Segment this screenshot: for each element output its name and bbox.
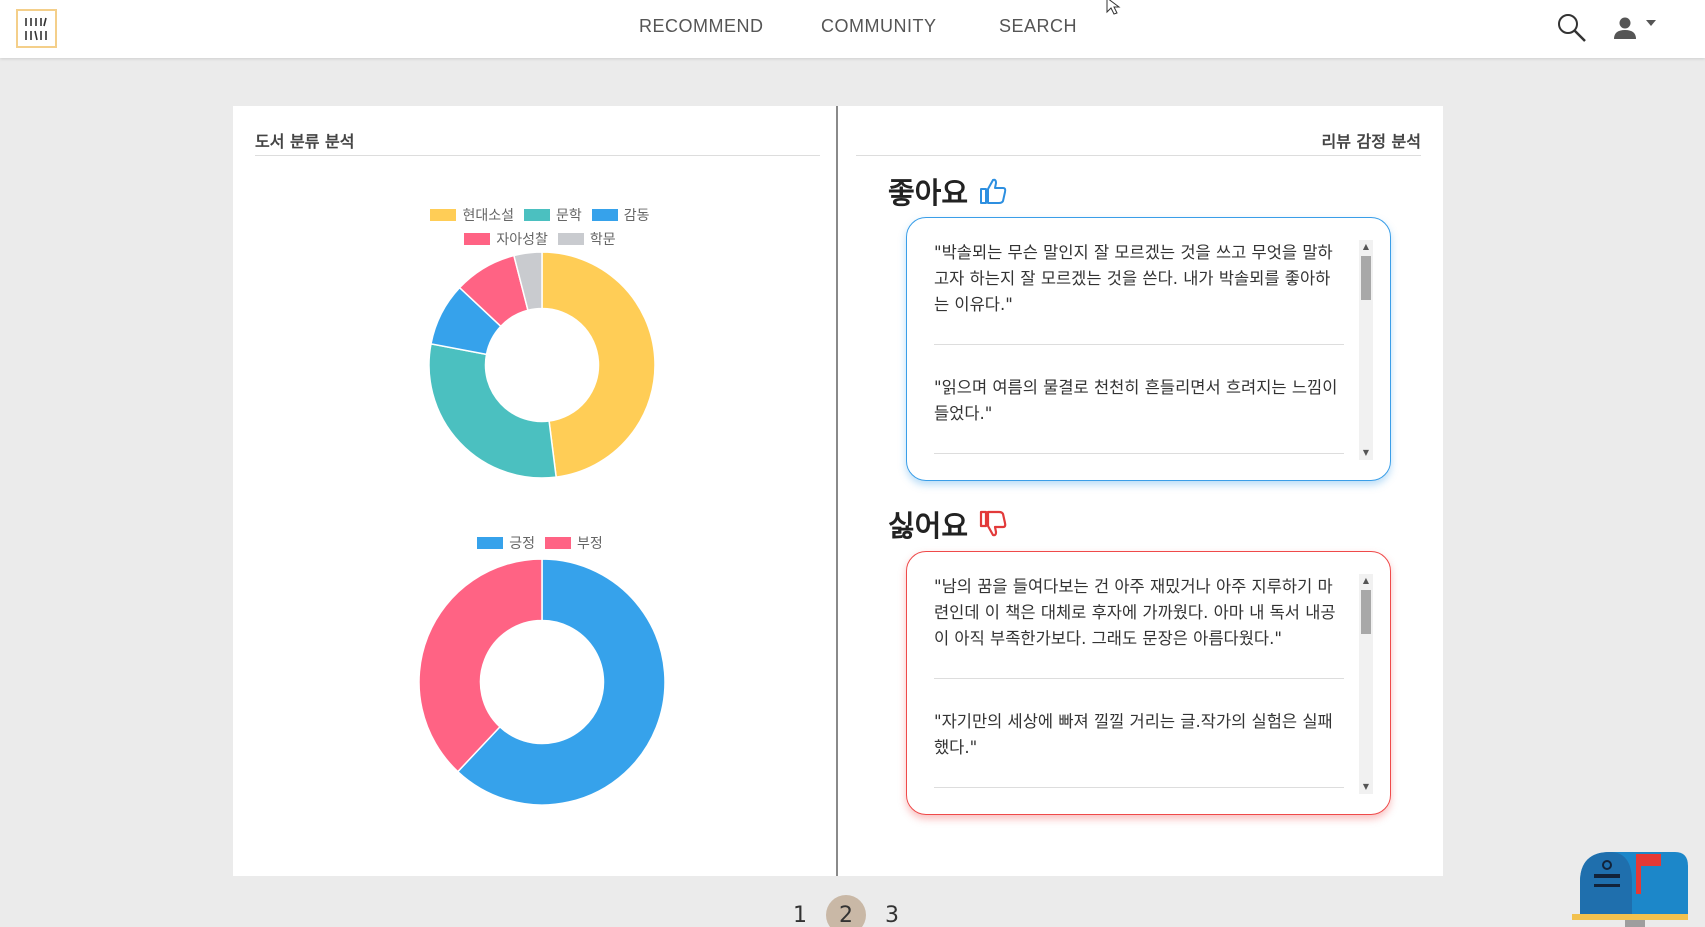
legend-swatch [591, 209, 618, 221]
like-review-item: "읽으며 여름의 물결로 천천히 흔들리면서 흐려지는 느낌이 들었다." [934, 375, 1344, 454]
user-menu-button[interactable] [1610, 14, 1660, 44]
dislike-heading-label: 싫어요 [888, 509, 969, 543]
chevron-down-icon [1646, 20, 1656, 26]
page-button-3[interactable]: 3 [872, 895, 912, 927]
right-page-title: 리뷰 감정 분석 [856, 128, 1421, 156]
legend-swatch [557, 233, 584, 245]
legend-item[interactable]: 부정 [545, 533, 603, 553]
dislike-scrollbar[interactable]: ▲ ▼ [1359, 574, 1373, 794]
legend-label: 현대소설 [462, 208, 514, 224]
scroll-thumb[interactable] [1361, 256, 1371, 300]
legend-label: 학문 [589, 232, 616, 248]
page-button-2-active[interactable]: 2 [826, 895, 866, 927]
mouse-cursor-icon [1106, 0, 1121, 15]
sentiment-chart-legend: 긍정 부정 [400, 533, 680, 553]
scroll-thumb[interactable] [1361, 590, 1371, 634]
scroll-up-arrow-icon[interactable]: ▲ [1359, 240, 1373, 254]
nav-link-search[interactable]: SEARCH [999, 16, 1077, 37]
page-button-1[interactable]: 1 [780, 895, 820, 927]
legend-item[interactable]: 긍정 [477, 533, 535, 553]
nav-link-community[interactable]: COMMUNITY [821, 16, 937, 37]
like-scrollbar[interactable]: ▲ ▼ [1359, 240, 1373, 460]
like-review-card: "박솔뫼는 무슨 말인지 잘 모르겠는 것을 쓰고 무엇을 말하고자 하는지 잘… [906, 217, 1391, 481]
donut-slice-부정[interactable] [418, 558, 543, 773]
like-heading-label: 좋아요 [888, 176, 969, 210]
legend-swatch [464, 233, 491, 245]
category-chart-legend: 현대소설 문학 감동자아성찰 학문 [400, 205, 680, 249]
dislike-heading: 싫어요 [888, 503, 1008, 545]
donut-slice-현대소설[interactable] [541, 251, 656, 478]
thumbs-down-icon [979, 510, 1007, 537]
like-heading: 좋아요 [888, 170, 1008, 212]
like-review-list[interactable]: "박솔뫼는 무슨 말인지 잘 모르겠는 것을 쓰고 무엇을 말하고자 하는지 잘… [934, 240, 1344, 460]
like-review-item: "박솔뫼는 무슨 말인지 잘 모르겠는 것을 쓰고 무엇을 말하고자 하는지 잘… [934, 240, 1344, 345]
legend-label: 문학 [556, 208, 582, 224]
nav-link-recommend[interactable]: RECOMMEND [639, 16, 764, 37]
dislike-review-card: "남의 꿈을 들여다보는 건 아주 재밌거나 아주 지루하기 마련인데 이 책은… [906, 551, 1391, 815]
mailbox-icon[interactable] [1570, 852, 1690, 927]
left-page-title: 도서 분류 분석 [255, 128, 820, 156]
legend-item[interactable]: 자아성찰 [464, 229, 548, 249]
legend-item[interactable]: 학문 [557, 229, 616, 249]
legend-item[interactable]: 문학 [524, 205, 582, 225]
legend-swatch [524, 209, 550, 221]
user-icon [1614, 17, 1656, 39]
legend-label: 긍정 [509, 536, 535, 552]
book-spine-divider [836, 106, 838, 876]
category-donut-chart [428, 251, 656, 479]
legend-item[interactable]: 현대소설 [430, 205, 514, 225]
main-nav: RECOMMEND COMMUNITY SEARCH [0, 16, 1705, 40]
legend-item[interactable]: 감동 [591, 205, 650, 225]
scroll-down-arrow-icon[interactable]: ▼ [1359, 446, 1373, 460]
scroll-up-arrow-icon[interactable]: ▲ [1359, 574, 1373, 588]
legend-label: 감동 [623, 208, 650, 224]
thumbs-up-icon [980, 178, 1007, 204]
legend-swatch [477, 537, 504, 549]
legend-label: 자아성찰 [496, 232, 548, 248]
legend-swatch [430, 209, 457, 221]
legend-swatch [545, 537, 571, 549]
search-icon[interactable] [1556, 12, 1588, 44]
top-navigation-bar: RECOMMEND COMMUNITY SEARCH [0, 0, 1705, 58]
sentiment-donut-chart [418, 558, 666, 806]
pagination: 1 2 3 [780, 895, 912, 927]
dislike-review-item: "자기만의 세상에 빠져 낄낄 거리는 글.작가의 실험은 실패했다." [934, 709, 1344, 788]
donut-slice-문학[interactable] [428, 342, 558, 479]
dislike-review-item: "남의 꿈을 들여다보는 건 아주 재밌거나 아주 지루하기 마련인데 이 책은… [934, 574, 1344, 679]
legend-label: 부정 [577, 536, 603, 552]
scroll-down-arrow-icon[interactable]: ▼ [1359, 780, 1373, 794]
dislike-review-list[interactable]: "남의 꿈을 들여다보는 건 아주 재밌거나 아주 지루하기 마련인데 이 책은… [934, 574, 1344, 794]
